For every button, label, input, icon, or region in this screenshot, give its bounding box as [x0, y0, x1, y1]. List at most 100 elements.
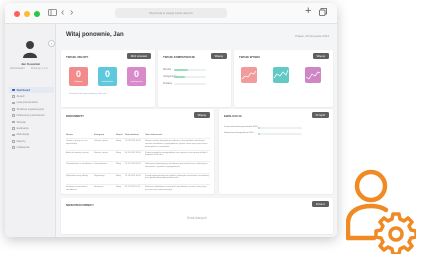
column-header[interactable]: Nazwa: [66, 133, 94, 138]
user-settings-icon: [346, 169, 416, 254]
table-row[interactable]: Umowa o pracę na czas nieokreślony Umowy…: [66, 138, 210, 150]
user-name: Jan Kowalski: [20, 62, 40, 66]
sidebar-item-documents[interactable]: Dokumenty pracownicze: [9, 113, 54, 119]
column-header[interactable]: Status: [116, 133, 125, 138]
doc-date: 12.09.2024 10:45: [125, 140, 141, 142]
evaluation-item[interactable]: Ocena okresowa pracownika 2024: [224, 126, 303, 130]
skills-card: TWOJE KOMPETENCJE Więcej Wiedza Umiejętn…: [158, 50, 231, 107]
user-role: Administrator: [10, 67, 25, 70]
leave-request-button[interactable]: Złóż wniosek: [126, 53, 151, 59]
sidebar-item-structure[interactable]: Struktura organizacyjna: [9, 106, 54, 112]
maximize-window-button[interactable]: [34, 11, 40, 17]
user-avatar-icon[interactable]: [23, 40, 37, 58]
report-icon: [12, 140, 15, 143]
evaluation-go-button[interactable]: Przejdź: [311, 112, 329, 118]
tile-label: zaplanowane: [101, 81, 114, 83]
sidebar-nav: Dashboard Zespół Lista pracowników Struk…: [9, 87, 54, 151]
doc-name: Informacja o warunkach zatrudnienia: [66, 186, 88, 191]
column-header[interactable]: Data dodania: [125, 133, 145, 138]
doc-category: Umowy o pracę: [94, 151, 108, 154]
doc-category: Zaświadczenia: [94, 163, 108, 165]
evaluation-progress-fill: [258, 132, 261, 136]
card-title: DOKUMENTY: [66, 114, 85, 118]
sidebar-item-label: Dokumenty pracownicze: [16, 114, 45, 118]
doc-status: Nowy: [116, 140, 122, 142]
tile-label: dostępne: [74, 81, 83, 83]
current-date: Piątek, 29 listopada 2024: [295, 34, 329, 38]
sidebar-item-settings[interactable]: Ustawienia: [9, 145, 54, 151]
table-row[interactable]: Aneks do umowy o pracę Umowy o pracę Now…: [66, 149, 210, 162]
close-window-button[interactable]: [14, 11, 20, 17]
sidebar-item-evaluation[interactable]: Ewaluacja: [9, 125, 54, 131]
table-row[interactable]: Regulamin pracy zdalnej Regulaminy Nowy …: [66, 172, 210, 185]
skill-fill: [174, 75, 186, 79]
forward-arrow-icon[interactable]: ›: [70, 7, 73, 18]
evaluation-icon: [12, 127, 15, 130]
recruitment-icon: [12, 133, 15, 137]
tabs-overview-icon[interactable]: [319, 8, 327, 19]
skill-label: Postawy: [163, 82, 173, 85]
browser-toolbar: ‹ › Wyszukaj w swojej bazie danych +: [5, 3, 337, 24]
doc-date: 05.11.2024 11:15: [125, 186, 141, 188]
skill-track: [174, 75, 206, 79]
skills-more-button[interactable]: Więcej: [210, 53, 227, 59]
doc-category: Regulaminy: [94, 174, 105, 177]
sidebar-item-label: Rekrutacja: [16, 133, 29, 137]
doc-status: Nowy: [116, 163, 122, 165]
doc-status: Nowy: [116, 174, 122, 177]
sidebar-item-label: Zespół: [16, 95, 25, 99]
sidebar-item-label: Lista pracowników: [16, 101, 38, 105]
evaluation-progress: [258, 126, 302, 130]
empty-state-text: Brak danych: [187, 216, 207, 220]
table-row[interactable]: Informacja o warunkach zatrudnienia Info…: [66, 184, 210, 196]
doc-date: 03.10.2024 14:20: [125, 151, 141, 154]
result-chart: [241, 67, 257, 83]
evaluation-progress-fill: [258, 126, 261, 130]
tile-value: 0: [104, 69, 110, 79]
sidebar-item-reports[interactable]: Raporty: [9, 138, 54, 144]
address-bar-text: Wyszukaj w swojej bazie danych: [149, 11, 193, 15]
results-more-button[interactable]: Więcej: [312, 53, 329, 59]
card-title: TWOJE KOMPETENCJE: [163, 55, 196, 59]
column-header[interactable]: Kategoria: [94, 133, 116, 138]
table-header: Nazwa Kategoria Status Data dodania Opis…: [66, 133, 210, 138]
evaluation-progress: [258, 132, 302, 136]
sidebar-item-label: Ewaluacja: [16, 127, 29, 131]
doc-description: Zmiana warunków wynagrodzenia oraz wymia…: [145, 151, 208, 157]
collapse-sidebar-button[interactable]: ‹: [48, 40, 55, 47]
sidebar: ‹ Jan Kowalski Administrator Firma sp. z…: [5, 24, 56, 237]
card-title: EWALUACJA: [224, 114, 242, 118]
documents-more-button[interactable]: Więcej: [193, 112, 210, 118]
evaluation-item[interactable]: Samoocena kompetencji 2024: [224, 132, 303, 136]
doc-name: Aneks do umowy o pracę: [66, 151, 89, 154]
doc-name: Umowa o pracę na czas nieokreślony: [66, 140, 88, 145]
tile-value: 0: [133, 69, 139, 79]
back-arrow-icon[interactable]: ‹: [61, 7, 64, 18]
tile-value: 0: [75, 69, 81, 79]
card-title: TWOJE URLOPY: [66, 55, 89, 59]
minimize-window-button[interactable]: [24, 11, 30, 17]
user-company: Firma sp. z o.o.: [31, 67, 49, 70]
evaluation-label: Samoocena kompetencji 2024: [224, 132, 254, 134]
employees-view-button[interactable]: Zobacz: [311, 201, 329, 207]
column-header[interactable]: Opis dokumentu: [145, 133, 210, 138]
address-bar[interactable]: Wyszukaj w swojej bazie danych: [115, 8, 227, 18]
sidebar-item-label: Struktura organizacyjna: [16, 107, 44, 111]
card-title: TWOJE WYNIKI: [239, 55, 260, 59]
gear-icon: [12, 146, 15, 149]
document-icon: [12, 114, 15, 118]
sidebar-item-label: Wnioski: [16, 120, 26, 124]
sidebar-toggle-icon[interactable]: [48, 8, 57, 19]
sidebar-item-team[interactable]: Zespół: [9, 93, 54, 99]
new-tab-button[interactable]: +: [305, 6, 311, 17]
leave-tile-available: 0 dostępne: [69, 67, 88, 86]
documents-table: Nazwa Kategoria Status Data dodania Opis…: [66, 133, 210, 196]
leave-card: TWOJE URLOPY Złóż wniosek 0 dostępne 0 z…: [61, 50, 155, 107]
card-title: NOWI PRACOWNICY: [66, 203, 94, 207]
table-row[interactable]: Zaświadczenie o zatrudnieniu Zaświadczen…: [66, 161, 210, 173]
team-icon: [12, 95, 15, 98]
leave-tile-planned: 0 zaplanowane: [98, 67, 117, 86]
skill-track: [174, 82, 206, 86]
skill-bar: Wiedza: [163, 68, 207, 72]
doc-description: Dokument potwierdzający zatrudnienie pra…: [145, 163, 208, 168]
